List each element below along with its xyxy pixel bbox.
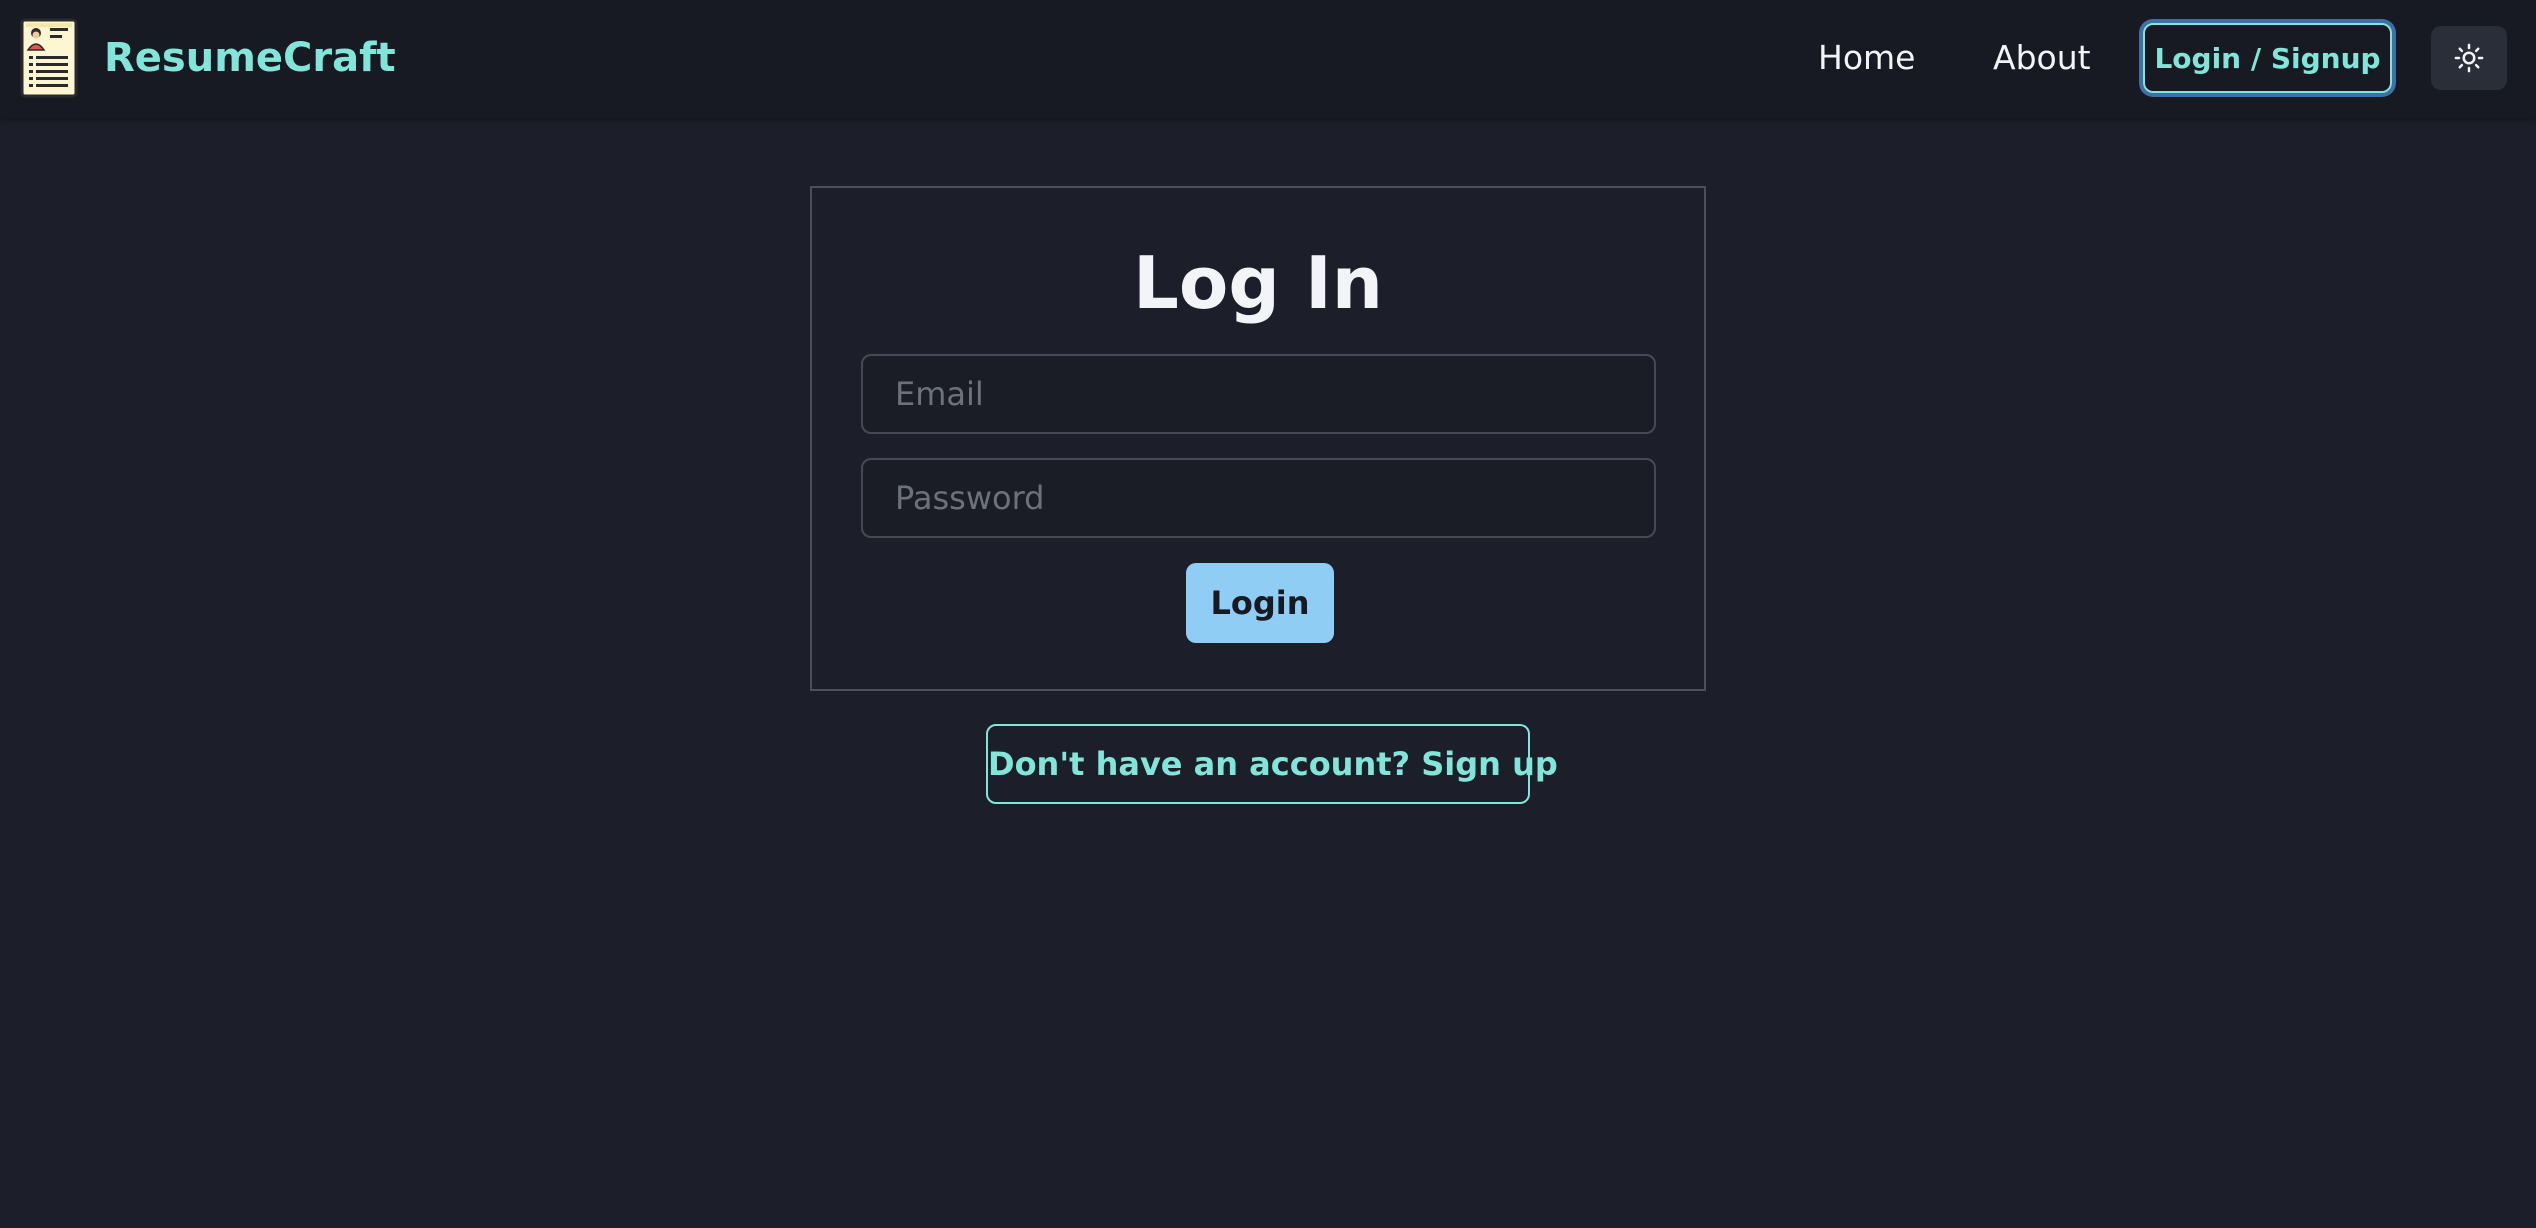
login-form-card: Log In Login [810, 186, 1706, 691]
resume-document-icon [20, 18, 78, 98]
password-field[interactable] [861, 458, 1656, 538]
nav-link-home[interactable]: Home [1818, 34, 1915, 82]
brand-name: ResumeCraft [104, 35, 396, 81]
top-navbar: ResumeCraft Home About Login / Signup [0, 0, 2536, 118]
login-title: Log In [1133, 241, 1383, 325]
login-signup-button[interactable]: Login / Signup [2143, 23, 2392, 93]
theme-toggle-button[interactable] [2431, 26, 2507, 90]
email-field[interactable] [861, 354, 1656, 434]
nav-link-about[interactable]: About [1993, 34, 2091, 82]
sun-icon [2454, 43, 2484, 73]
brand-link[interactable]: ResumeCraft [20, 18, 396, 98]
login-submit-button[interactable]: Login [1186, 563, 1334, 643]
signup-link-button[interactable]: Don't have an account? Sign up [986, 724, 1558, 804]
